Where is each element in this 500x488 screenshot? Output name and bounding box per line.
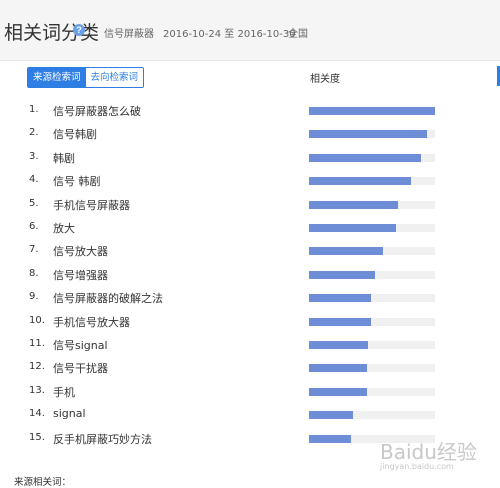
row-rank: 3. [29, 150, 39, 162]
table-row[interactable]: 3. 韩剧 [0, 147, 500, 170]
table-row[interactable]: 10. 手机信号放大器 [0, 311, 500, 334]
row-rank: 1. [29, 104, 39, 115]
row-rank: 10. [29, 314, 45, 326]
region-label: 全国 [288, 29, 308, 40]
row-term[interactable]: 信号放大器 [53, 243, 108, 259]
row-term[interactable]: 信号屏蔽器怎么破 [53, 103, 141, 119]
table-row[interactable]: 6. 放大 [0, 217, 500, 240]
tab-destination-terms[interactable]: 去向检索词 [85, 68, 144, 87]
row-term[interactable]: 信号韩剧 [53, 126, 97, 142]
table-row[interactable]: 8. 信号增强器 [0, 264, 500, 287]
relevance-bar-track [309, 130, 435, 139]
row-rank: 14. [29, 408, 45, 420]
relevance-bar-fill [309, 177, 411, 186]
row-rank: 11. [29, 338, 45, 349]
row-rank: 8. [29, 267, 39, 279]
relevance-bar-track [309, 411, 435, 420]
table-row[interactable]: 12. 信号干扰器 [0, 357, 500, 380]
relevance-bar-track [309, 364, 435, 373]
header-bar: 相关词分类 ? 信号屏蔽器 2016-10-24 至 2016-10-30 全国 [0, 0, 500, 61]
row-rank: 2. [29, 127, 39, 139]
row-term[interactable]: 手机 [53, 384, 75, 400]
row-rank: 15. [29, 431, 45, 443]
row-term[interactable]: 手机信号放大器 [53, 314, 130, 330]
footer-source-terms-label: 来源相关词： [14, 477, 72, 488]
relevance-bar-track [309, 270, 435, 279]
keyword-label: 信号屏蔽器 [104, 29, 154, 40]
relevance-bar-track [309, 153, 435, 162]
relevance-bar-track [309, 177, 435, 186]
relevance-bar-fill [309, 224, 396, 232]
relevance-bar-fill [309, 387, 367, 396]
relevance-column-header: 相关度 [310, 74, 340, 85]
relevance-bar-track [309, 247, 435, 256]
relevance-bar-track [309, 107, 435, 115]
row-rank: 6. [29, 221, 39, 232]
relevance-bar-track [309, 341, 435, 349]
relevance-bar-fill [309, 411, 353, 420]
relevance-bar-fill [309, 270, 375, 279]
search-term-tabs: 来源检索词 去向检索词 [27, 67, 145, 88]
relevance-bar-fill [309, 247, 383, 256]
question-circle-icon[interactable]: ? [73, 24, 85, 36]
row-term[interactable]: 信号signal [53, 337, 108, 353]
row-rank: 13. [29, 384, 45, 396]
row-term[interactable]: 反手机屏蔽巧妙方法 [53, 431, 152, 447]
row-term[interactable]: 信号 韩剧 [53, 173, 101, 189]
relevance-bar-fill [309, 364, 367, 373]
row-rank: 7. [29, 244, 39, 256]
relevance-bar-track [309, 387, 435, 396]
row-term[interactable]: 放大 [53, 220, 75, 236]
table-row[interactable]: 7. 信号放大器 [0, 240, 500, 263]
row-rank: 9. [29, 291, 39, 303]
table-row[interactable]: 2. 信号韩剧 [0, 123, 500, 146]
tab-source-terms[interactable]: 来源检索词 [28, 68, 86, 87]
relevance-bar-fill [309, 317, 371, 326]
table-row[interactable]: 9. 信号屏蔽器的破解之法 [0, 287, 500, 310]
row-term[interactable]: 信号增强器 [53, 267, 108, 283]
row-rank: 4. [29, 174, 39, 186]
relevance-bar-track [309, 200, 435, 209]
date-range: 2016-10-24 至 2016-10-30 [163, 29, 296, 40]
relevance-bar-track [309, 224, 435, 232]
table-row[interactable]: 5. 手机信号屏蔽器 [0, 194, 500, 217]
relevance-bar-fill [309, 341, 368, 349]
relevance-bar-fill [309, 107, 435, 115]
relevance-bar-fill [309, 130, 427, 139]
table-row[interactable]: 1. 信号屏蔽器怎么破 [0, 100, 500, 123]
table-row[interactable]: 14. signal [0, 404, 500, 427]
table-row[interactable]: 4. 信号 韩剧 [0, 170, 500, 193]
row-term[interactable]: signal [53, 407, 86, 420]
row-term[interactable]: 韩剧 [53, 150, 75, 166]
watermark-text: Baidu经验 [380, 440, 477, 464]
relevance-bar-track [309, 317, 435, 326]
relevance-bar-track [309, 294, 435, 303]
table-row[interactable]: 13. 手机 [0, 381, 500, 404]
relevance-bar-fill [309, 294, 371, 303]
row-rank: 12. [29, 361, 45, 373]
watermark-sub: jingyan.baidu.com [380, 462, 454, 471]
table-row[interactable]: 11. 信号signal [0, 334, 500, 357]
relevance-bar-fill [309, 153, 421, 162]
relevance-bar-fill [309, 434, 351, 443]
relevance-bar-fill [309, 200, 398, 209]
row-term[interactable]: 手机信号屏蔽器 [53, 197, 130, 213]
row-term[interactable]: 信号屏蔽器的破解之法 [53, 290, 163, 306]
baidu-watermark-logo: Baidu经验 jingyan.baidu.com [380, 432, 500, 482]
row-term[interactable]: 信号干扰器 [53, 360, 108, 376]
row-rank: 5. [29, 197, 39, 209]
